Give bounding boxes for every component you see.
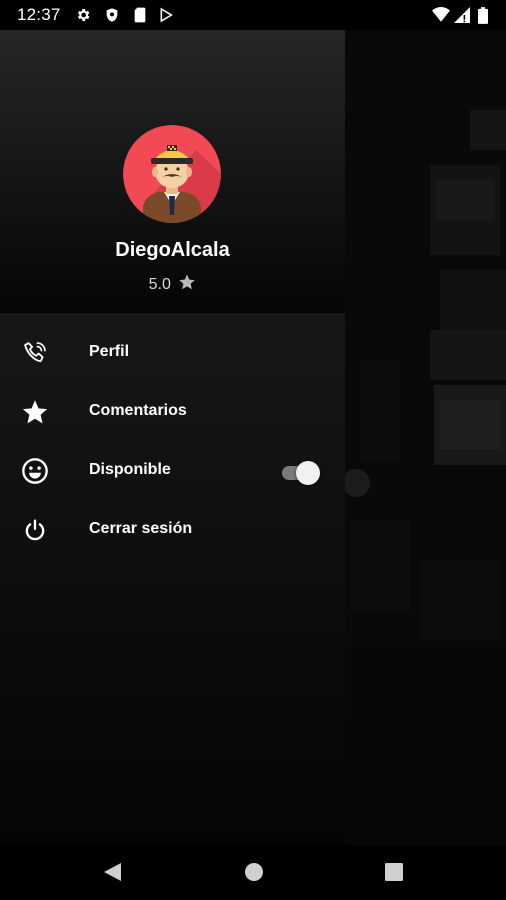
- power-icon: [25, 519, 45, 541]
- wifi-icon: [432, 7, 450, 22]
- recents-button[interactable]: [383, 861, 405, 883]
- rating-star-icon: [179, 274, 196, 290]
- menu-item-label: Cerrar sesión: [89, 520, 193, 537]
- menu-item-disponible[interactable]: Disponible: [0, 442, 345, 500]
- rating-value: 5.0: [148, 276, 171, 293]
- system-navigation-bar: [0, 845, 506, 900]
- menu-item-label: Perfil: [89, 343, 130, 360]
- driver-rating: 5.0: [0, 273, 345, 294]
- sim-card-icon: [134, 7, 146, 23]
- battery-icon: [478, 7, 488, 24]
- play-store-icon: [160, 7, 173, 23]
- back-button[interactable]: [101, 861, 123, 883]
- status-bar: 12:37: [0, 0, 506, 30]
- smiley-icon: [22, 458, 48, 484]
- app-screen: 12:37 DiegoAlcala 5.0 Perfil Comentarios…: [0, 0, 506, 900]
- shield-icon: [106, 8, 118, 22]
- menu-item-cerrar-sesion[interactable]: Cerrar sesión: [0, 501, 345, 559]
- signal-icon: [454, 7, 470, 23]
- menu-item-label: Disponible: [89, 461, 171, 478]
- drawer-header: DiegoAlcala 5.0: [0, 30, 345, 313]
- driver-avatar[interactable]: [123, 125, 221, 223]
- availability-toggle[interactable]: [282, 459, 322, 485]
- toggle-thumb: [296, 461, 320, 485]
- driver-name: DiegoAlcala: [115, 239, 230, 261]
- menu-item-perfil[interactable]: Perfil: [0, 324, 345, 382]
- star-icon: [22, 400, 48, 424]
- taxi-driver-avatar-image: [123, 125, 221, 223]
- phone-icon: [24, 342, 46, 363]
- menu-item-label: Comentarios: [89, 402, 187, 419]
- home-button[interactable]: [243, 861, 265, 883]
- menu-item-comentarios[interactable]: Comentarios: [0, 383, 345, 441]
- navigation-drawer: DiegoAlcala 5.0 Perfil Comentarios Dispo…: [0, 30, 345, 845]
- status-time: 12:37: [17, 5, 61, 24]
- settings-icon: [77, 9, 90, 21]
